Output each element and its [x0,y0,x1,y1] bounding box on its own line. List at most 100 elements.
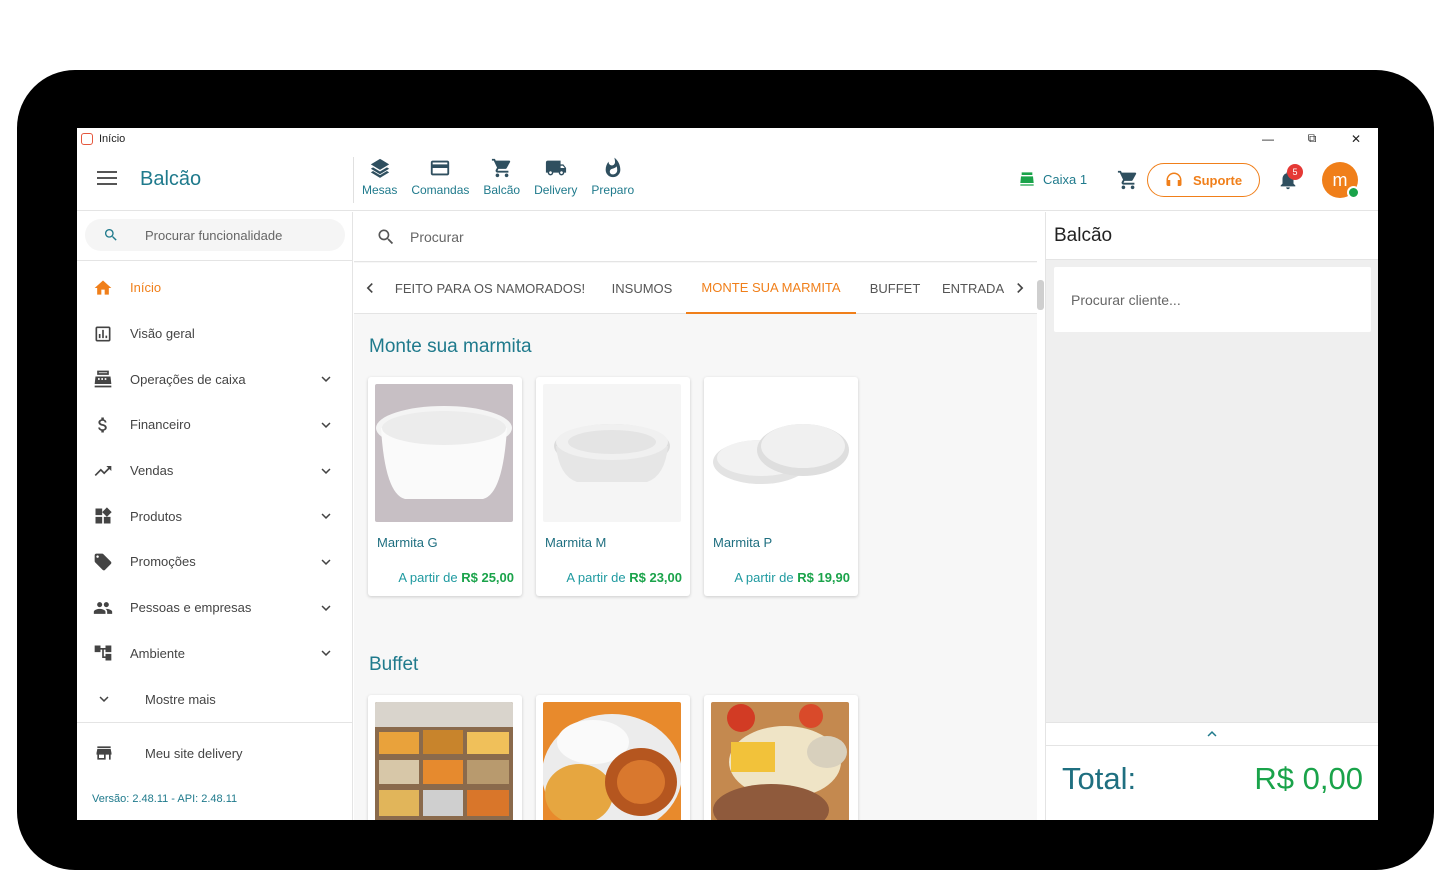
sidebar-item-financeiro[interactable]: Financeiro [77,402,353,448]
app-screen: Início — ⧉ ✕ Balcão Mesas Comandas Balcã… [77,128,1378,820]
chevron-down-icon [99,696,109,703]
price-value: R$ 19,90 [797,570,850,585]
tab-monte-sua-marmita[interactable]: MONTE SUA MARMITA [686,263,856,314]
sidebar-item-meu-site-delivery[interactable]: Meu site delivery [77,732,353,774]
truck-icon [545,160,566,176]
nav-label: Balcão [483,183,521,197]
chevron-down-icon[interactable] [317,644,335,662]
avatar-initial: m [1332,169,1348,190]
sidebar-item-pessoas-e-empresas[interactable]: Pessoas e empresas [77,585,353,631]
client-search-input[interactable]: Procurar cliente... [1054,267,1371,332]
people-icon [93,601,113,614]
product-image [375,702,513,820]
chevron-right-icon[interactable] [1010,278,1030,298]
chevron-left-icon[interactable] [360,278,380,298]
price-value: R$ 25,00 [461,570,514,585]
marmita-small-image [713,424,849,484]
notification-badge: 5 [1287,164,1303,180]
product-name: Marmita G [377,535,438,550]
sidebar-item-label: Produtos [130,508,183,524]
restore-button[interactable]: ⧉ [1290,128,1334,149]
tab-buffet[interactable]: BUFFET [859,263,931,314]
nav-mesas[interactable]: Mesas [362,157,397,197]
product-card[interactable] [368,695,522,820]
sidebar-item-promocoes[interactable]: Promoções [77,539,353,585]
suporte-button[interactable]: Suporte [1147,163,1260,197]
sidebar-item-label: Meu site delivery [145,745,243,761]
product-card[interactable] [704,695,858,820]
tab-entrada[interactable]: ENTRADA [942,263,1006,314]
product-image [543,702,681,820]
chevron-down-icon[interactable] [317,416,335,434]
card-icon [431,160,450,176]
hamburger-menu-icon[interactable] [97,171,117,187]
product-card[interactable]: Marmita P A partir de R$ 19,90 [704,377,858,596]
chevron-up-icon[interactable] [1203,725,1221,743]
dollar-icon [98,417,107,433]
nav-delivery[interactable]: Delivery [534,157,577,197]
product-image [711,702,849,820]
price-prefix: A partir de [566,570,626,585]
product-name: Marmita P [713,535,773,550]
cart-icon[interactable] [1117,169,1139,191]
nav-label: Delivery [534,183,578,197]
tab-feito-para-os-namorados[interactable]: FEITO PARA OS NAMORADOS! [390,263,590,314]
order-total-bar: Total: R$ 0,00 [1046,722,1378,820]
dish-image [711,702,849,820]
page-title: Balcão [140,168,202,190]
store-icon [96,746,112,760]
product-image [375,384,513,522]
nav-label: Comandas [411,183,470,197]
marmita-medium-image [554,424,670,482]
widgets-icon [95,507,112,524]
chevron-down-icon[interactable] [317,370,335,388]
cart-icon [491,158,510,178]
nav-comandas[interactable]: Comandas [411,157,469,197]
chevron-down-icon[interactable] [317,553,335,571]
minimize-button[interactable]: — [1246,128,1290,149]
sidebar-item-mostre-mais[interactable]: Mostre mais [77,676,353,722]
sidebar-item-produtos[interactable]: Produtos [77,493,353,539]
order-panel: Balcão Procurar cliente... Total: R$ 0,0… [1045,212,1378,820]
product-price: A partir de R$ 23,00 [566,570,682,585]
sidebar-item-label: Pessoas e empresas [130,600,252,616]
register-icon [1020,172,1034,186]
product-card[interactable]: Marmita M A partir de R$ 23,00 [536,377,690,596]
chevron-down-icon[interactable] [317,462,335,480]
sidebar-item-ambiente[interactable]: Ambiente [77,631,353,677]
nav-preparo[interactable]: Preparo [591,157,634,197]
section-title: Monte sua marmita [369,336,532,357]
register-icon [94,370,112,388]
search-icon [105,229,117,241]
scrollbar-thumb[interactable] [1037,280,1044,310]
close-button[interactable]: ✕ [1334,128,1378,149]
tab-insumos[interactable]: INSUMOS [597,263,687,314]
chevron-down-icon[interactable] [317,599,335,617]
product-search-input[interactable]: Procurar [354,212,1037,262]
sidebar-item-operacoes-de-caixa[interactable]: Operações de caixa [77,356,353,402]
sidebar-item-label: Vendas [130,463,174,479]
total-value: R$ 0,00 [1254,761,1363,796]
caixa-button[interactable]: Caixa 1 [1019,171,1087,187]
version-text: Versão: 2.48.11 - API: 2.48.11 [92,793,238,805]
sidebar-item-inicio[interactable]: Início [77,265,353,311]
chart-icon [95,326,111,342]
nav-balcao[interactable]: Balcão [483,157,520,197]
chevron-down-icon[interactable] [317,507,335,525]
category-tabs: FEITO PARA OS NAMORADOS! INSUMOS MONTE S… [354,263,1037,314]
sidebar-item-label: Ambiente [130,645,185,661]
product-card[interactable] [536,695,690,820]
order-panel-header: Balcão [1046,212,1378,260]
sidebar-item-label: Visão geral [130,326,195,342]
headset-icon [1166,172,1182,186]
avatar[interactable]: m [1322,162,1360,199]
notifications-button[interactable]: 5 [1277,164,1303,193]
sidebar-item-label: Promoções [130,554,196,570]
product-card[interactable]: Marmita G A partir de R$ 25,00 [368,377,522,596]
sidebar-item-visao-geral[interactable]: Visão geral [77,311,353,357]
top-nav: Mesas Comandas Balcão Delivery Preparo [362,157,648,197]
trend-icon [94,465,112,476]
feature-search-input[interactable]: Procurar funcionalidade [85,219,345,251]
sidebar-item-vendas[interactable]: Vendas [77,448,353,494]
sidebar-item-label: Financeiro [130,417,191,433]
